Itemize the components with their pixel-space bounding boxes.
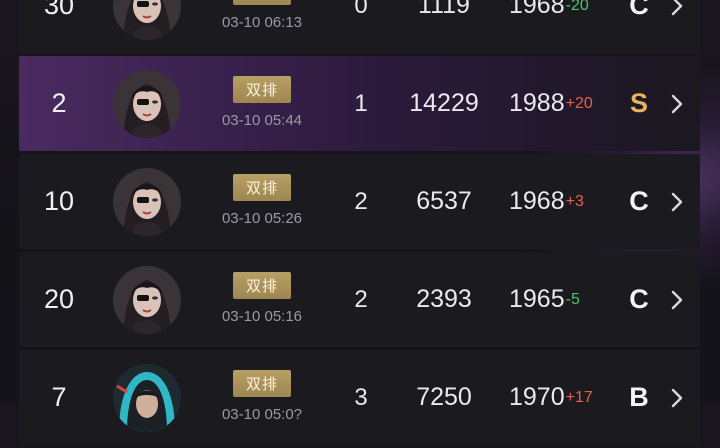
rating-value: 1970 (509, 383, 565, 411)
match-row[interactable]: 30 双排 03-10 06:13 0 1119 1968-20 C (19, 0, 700, 53)
kill-count: 3 (354, 383, 368, 411)
placement-rank: 7 (51, 382, 67, 412)
match-time: 03-10 05:0? (221, 406, 303, 423)
rating-block: 1968 +3 (509, 154, 584, 249)
placement-rank: 10 (43, 186, 75, 216)
rating-delta: +20 (565, 94, 593, 112)
match-time: 03-10 05:44 (221, 112, 303, 129)
rating-value: 1968 (509, 187, 565, 215)
rating-block: 1988 +20 (509, 56, 593, 151)
female-character-avatar (113, 168, 181, 236)
rating-delta: +3 (565, 192, 584, 210)
placement-rank: 30 (43, 0, 75, 20)
kill-count: 1 (354, 89, 368, 117)
match-mode-badge: 双排 (233, 272, 291, 299)
female-character-avatar (113, 70, 181, 138)
rating-block: 1968 -20 (509, 0, 589, 53)
match-score: 2393 (416, 285, 472, 313)
match-row[interactable]: 10 双排 03-10 05:26 2 6537 1968 +3 C (19, 154, 700, 249)
chevron-right-icon[interactable] (665, 350, 689, 445)
match-grade: S (629, 88, 648, 118)
match-grade: B (629, 382, 649, 412)
match-mode-badge: 双排 (233, 76, 291, 103)
chevron-right-icon[interactable] (665, 56, 689, 151)
chevron-right-icon[interactable] (665, 0, 689, 53)
kill-count: 0 (354, 0, 368, 19)
match-row[interactable]: 7 双排 03-10 05:0? 3 7250 1970 +17 B (19, 350, 700, 445)
match-mode-badge: 双排 (233, 370, 291, 397)
match-time: 03-10 06:13 (221, 14, 303, 31)
match-history-list: 30 双排 03-10 06:13 0 1119 1968-20 C 2 (19, 0, 700, 448)
match-score: 6537 (416, 187, 472, 215)
chevron-right-icon[interactable] (665, 154, 689, 249)
rating-delta: -5 (565, 290, 580, 308)
match-time: 03-10 05:26 (221, 210, 303, 227)
rating-block: 1965 -5 (509, 252, 580, 347)
match-score: 7250 (416, 383, 472, 411)
rating-value: 1988 (509, 89, 565, 117)
match-time: 03-10 05:16 (221, 308, 303, 325)
match-grade: C (629, 186, 649, 216)
rating-block: 1970 +17 (509, 350, 593, 445)
match-grade: C (629, 284, 649, 314)
rating-delta: -20 (565, 0, 589, 14)
match-row[interactable]: 20 双排 03-10 05:16 2 2393 1965 -5 C (19, 252, 700, 347)
match-mode-badge: 双排 (233, 174, 291, 201)
rating-value: 1965 (509, 285, 565, 313)
rating-value: 1968 (509, 0, 565, 19)
kill-count: 2 (354, 285, 368, 313)
female-character-avatar (113, 0, 181, 40)
kill-count: 2 (354, 187, 368, 215)
match-score: 1119 (418, 0, 470, 19)
hooded-character-avatar (113, 364, 181, 432)
match-grade: C (629, 0, 649, 20)
female-character-avatar (113, 266, 181, 334)
match-row[interactable]: 2 双排 03-10 05:44 1 14229 1988 +20 S (19, 56, 700, 151)
match-score: 14229 (409, 89, 479, 117)
chevron-right-icon[interactable] (665, 252, 689, 347)
placement-rank: 2 (51, 88, 67, 118)
match-mode-badge: 双排 (233, 0, 291, 5)
placement-rank: 20 (43, 284, 75, 314)
